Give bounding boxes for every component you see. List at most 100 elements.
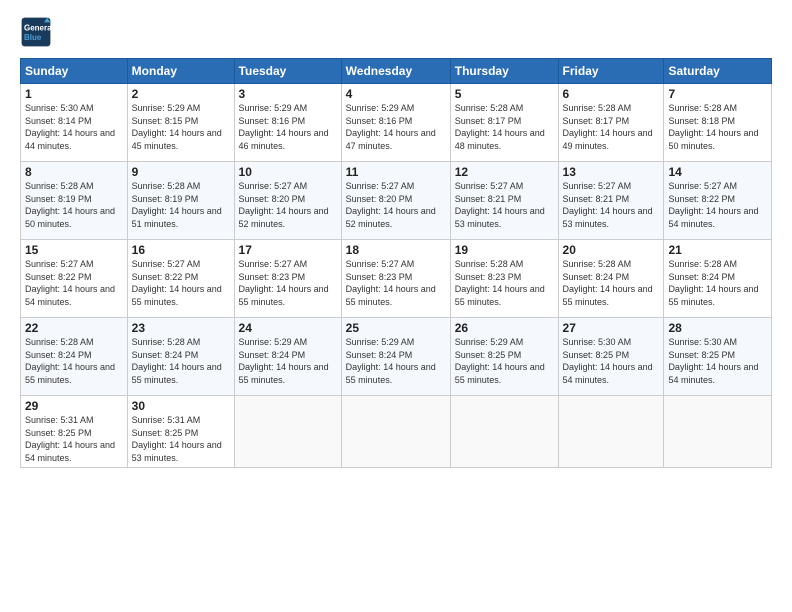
calendar-cell: 28 Sunrise: 5:30 AM Sunset: 8:25 PM Dayl… — [664, 318, 772, 396]
daylight-label: Daylight: 14 hours and 44 minutes. — [25, 128, 115, 151]
calendar-cell: 18 Sunrise: 5:27 AM Sunset: 8:23 PM Dayl… — [341, 240, 450, 318]
calendar-cell: 11 Sunrise: 5:27 AM Sunset: 8:20 PM Dayl… — [341, 162, 450, 240]
day-info: Sunrise: 5:30 AM Sunset: 8:25 PM Dayligh… — [563, 336, 660, 386]
daylight-label: Daylight: 14 hours and 54 minutes. — [25, 284, 115, 307]
day-header-thursday: Thursday — [450, 59, 558, 84]
sunrise-label: Sunrise: 5:29 AM — [239, 103, 308, 113]
day-number: 10 — [239, 165, 337, 179]
day-info: Sunrise: 5:31 AM Sunset: 8:25 PM Dayligh… — [25, 414, 123, 464]
day-number: 30 — [132, 399, 230, 413]
day-info: Sunrise: 5:29 AM Sunset: 8:16 PM Dayligh… — [239, 102, 337, 152]
sunset-label: Sunset: 8:24 PM — [346, 350, 413, 360]
sunrise-label: Sunrise: 5:28 AM — [563, 259, 632, 269]
calendar-cell: 15 Sunrise: 5:27 AM Sunset: 8:22 PM Dayl… — [21, 240, 128, 318]
day-info: Sunrise: 5:27 AM Sunset: 8:20 PM Dayligh… — [239, 180, 337, 230]
day-info: Sunrise: 5:27 AM Sunset: 8:23 PM Dayligh… — [346, 258, 446, 308]
sunrise-label: Sunrise: 5:27 AM — [563, 181, 632, 191]
sunset-label: Sunset: 8:22 PM — [668, 194, 735, 204]
calendar-cell: 23 Sunrise: 5:28 AM Sunset: 8:24 PM Dayl… — [127, 318, 234, 396]
day-info: Sunrise: 5:29 AM Sunset: 8:16 PM Dayligh… — [346, 102, 446, 152]
day-info: Sunrise: 5:27 AM Sunset: 8:22 PM Dayligh… — [668, 180, 767, 230]
daylight-label: Daylight: 14 hours and 54 minutes. — [25, 440, 115, 463]
sunset-label: Sunset: 8:23 PM — [239, 272, 306, 282]
daylight-label: Daylight: 14 hours and 55 minutes. — [25, 362, 115, 385]
calendar-cell: 13 Sunrise: 5:27 AM Sunset: 8:21 PM Dayl… — [558, 162, 664, 240]
day-number: 9 — [132, 165, 230, 179]
calendar-table: SundayMondayTuesdayWednesdayThursdayFrid… — [20, 58, 772, 468]
calendar-cell: 14 Sunrise: 5:27 AM Sunset: 8:22 PM Dayl… — [664, 162, 772, 240]
day-info: Sunrise: 5:28 AM Sunset: 8:24 PM Dayligh… — [25, 336, 123, 386]
daylight-label: Daylight: 14 hours and 53 minutes. — [563, 206, 653, 229]
sunset-label: Sunset: 8:20 PM — [346, 194, 413, 204]
daylight-label: Daylight: 14 hours and 53 minutes. — [132, 440, 222, 463]
calendar-cell: 27 Sunrise: 5:30 AM Sunset: 8:25 PM Dayl… — [558, 318, 664, 396]
sunrise-label: Sunrise: 5:28 AM — [25, 181, 94, 191]
sunrise-label: Sunrise: 5:31 AM — [132, 415, 201, 425]
calendar-header-row: SundayMondayTuesdayWednesdayThursdayFrid… — [21, 59, 772, 84]
day-info: Sunrise: 5:28 AM Sunset: 8:24 PM Dayligh… — [668, 258, 767, 308]
day-number: 4 — [346, 87, 446, 101]
calendar-cell: 29 Sunrise: 5:31 AM Sunset: 8:25 PM Dayl… — [21, 396, 128, 468]
daylight-label: Daylight: 14 hours and 49 minutes. — [563, 128, 653, 151]
sunrise-label: Sunrise: 5:30 AM — [668, 337, 737, 347]
day-number: 27 — [563, 321, 660, 335]
day-info: Sunrise: 5:28 AM Sunset: 8:18 PM Dayligh… — [668, 102, 767, 152]
sunrise-label: Sunrise: 5:27 AM — [455, 181, 524, 191]
calendar-week-row: 15 Sunrise: 5:27 AM Sunset: 8:22 PM Dayl… — [21, 240, 772, 318]
daylight-label: Daylight: 14 hours and 53 minutes. — [455, 206, 545, 229]
day-info: Sunrise: 5:30 AM Sunset: 8:14 PM Dayligh… — [25, 102, 123, 152]
sunset-label: Sunset: 8:22 PM — [25, 272, 92, 282]
calendar-cell: 12 Sunrise: 5:27 AM Sunset: 8:21 PM Dayl… — [450, 162, 558, 240]
sunrise-label: Sunrise: 5:28 AM — [563, 103, 632, 113]
day-info: Sunrise: 5:30 AM Sunset: 8:25 PM Dayligh… — [668, 336, 767, 386]
day-number: 18 — [346, 243, 446, 257]
daylight-label: Daylight: 14 hours and 54 minutes. — [563, 362, 653, 385]
daylight-label: Daylight: 14 hours and 48 minutes. — [455, 128, 545, 151]
sunset-label: Sunset: 8:17 PM — [455, 116, 522, 126]
daylight-label: Daylight: 14 hours and 55 minutes. — [132, 284, 222, 307]
calendar-cell — [558, 396, 664, 468]
calendar-cell: 2 Sunrise: 5:29 AM Sunset: 8:15 PM Dayli… — [127, 84, 234, 162]
calendar-cell — [234, 396, 341, 468]
sunrise-label: Sunrise: 5:29 AM — [239, 337, 308, 347]
calendar-cell: 6 Sunrise: 5:28 AM Sunset: 8:17 PM Dayli… — [558, 84, 664, 162]
sunset-label: Sunset: 8:25 PM — [668, 350, 735, 360]
sunrise-label: Sunrise: 5:28 AM — [132, 181, 201, 191]
day-number: 23 — [132, 321, 230, 335]
day-info: Sunrise: 5:31 AM Sunset: 8:25 PM Dayligh… — [132, 414, 230, 464]
daylight-label: Daylight: 14 hours and 55 minutes. — [239, 362, 329, 385]
day-info: Sunrise: 5:29 AM Sunset: 8:15 PM Dayligh… — [132, 102, 230, 152]
calendar-cell — [450, 396, 558, 468]
sunset-label: Sunset: 8:23 PM — [346, 272, 413, 282]
daylight-label: Daylight: 14 hours and 55 minutes. — [346, 362, 436, 385]
day-number: 14 — [668, 165, 767, 179]
sunrise-label: Sunrise: 5:29 AM — [346, 103, 415, 113]
day-number: 15 — [25, 243, 123, 257]
sunset-label: Sunset: 8:25 PM — [563, 350, 630, 360]
sunrise-label: Sunrise: 5:30 AM — [25, 103, 94, 113]
calendar-cell: 24 Sunrise: 5:29 AM Sunset: 8:24 PM Dayl… — [234, 318, 341, 396]
sunset-label: Sunset: 8:14 PM — [25, 116, 92, 126]
sunset-label: Sunset: 8:24 PM — [132, 350, 199, 360]
day-info: Sunrise: 5:27 AM Sunset: 8:22 PM Dayligh… — [132, 258, 230, 308]
calendar-cell: 3 Sunrise: 5:29 AM Sunset: 8:16 PM Dayli… — [234, 84, 341, 162]
day-number: 13 — [563, 165, 660, 179]
day-number: 6 — [563, 87, 660, 101]
daylight-label: Daylight: 14 hours and 50 minutes. — [25, 206, 115, 229]
day-header-wednesday: Wednesday — [341, 59, 450, 84]
day-number: 5 — [455, 87, 554, 101]
day-number: 2 — [132, 87, 230, 101]
day-number: 12 — [455, 165, 554, 179]
calendar-cell: 16 Sunrise: 5:27 AM Sunset: 8:22 PM Dayl… — [127, 240, 234, 318]
sunset-label: Sunset: 8:22 PM — [132, 272, 199, 282]
sunrise-label: Sunrise: 5:27 AM — [132, 259, 201, 269]
daylight-label: Daylight: 14 hours and 54 minutes. — [668, 362, 758, 385]
daylight-label: Daylight: 14 hours and 55 minutes. — [455, 284, 545, 307]
sunrise-label: Sunrise: 5:29 AM — [455, 337, 524, 347]
sunrise-label: Sunrise: 5:27 AM — [239, 259, 308, 269]
day-info: Sunrise: 5:27 AM Sunset: 8:21 PM Dayligh… — [563, 180, 660, 230]
daylight-label: Daylight: 14 hours and 51 minutes. — [132, 206, 222, 229]
sunrise-label: Sunrise: 5:28 AM — [132, 337, 201, 347]
sunrise-label: Sunrise: 5:27 AM — [25, 259, 94, 269]
day-number: 28 — [668, 321, 767, 335]
